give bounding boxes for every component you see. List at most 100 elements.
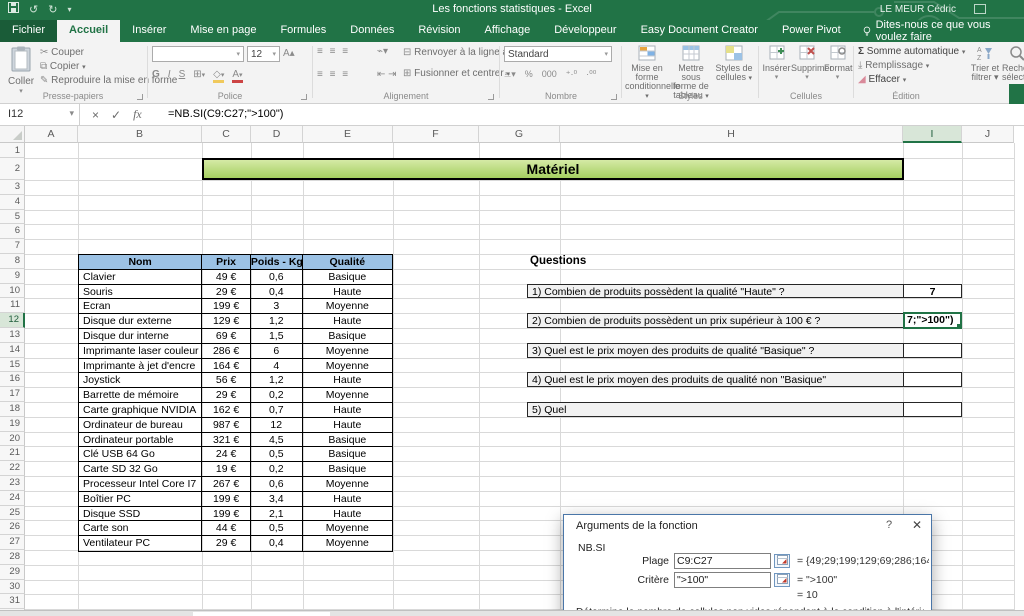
row-header-3[interactable]: 3 xyxy=(0,180,25,195)
orientation-icon[interactable]: ⌁▾ xyxy=(377,46,388,57)
table-cell[interactable]: Moyenne xyxy=(303,477,392,492)
table-cell[interactable]: Disque dur externe xyxy=(79,314,202,329)
row-header-8[interactable]: 8 xyxy=(0,254,25,269)
dialog-close-icon[interactable]: ✕ xyxy=(912,518,922,532)
comma-style-icon[interactable]: 000 xyxy=(542,69,557,80)
table-header-row[interactable]: NomPrixPoids - KgQualité xyxy=(79,255,392,270)
row-header-10[interactable]: 10 xyxy=(0,284,25,299)
delete-dropdown-icon[interactable]: ▾ xyxy=(791,73,823,81)
row-header-9[interactable]: 9 xyxy=(0,269,25,284)
table-cell[interactable]: Barrette de mémoire xyxy=(79,388,202,403)
row-header-15[interactable]: 15 xyxy=(0,358,25,373)
tab-ins-rer[interactable]: Insérer xyxy=(120,20,178,42)
borders-icon[interactable]: ⊞▾ xyxy=(193,69,205,83)
table-cell[interactable]: Moyenne xyxy=(303,359,392,374)
table-cell[interactable]: 19 € xyxy=(202,462,251,477)
criteria-picker-icon[interactable] xyxy=(774,573,790,587)
table-row[interactable]: Imprimante à jet d'encre164 €4Moyenne xyxy=(79,359,392,374)
row-header-1[interactable]: 1 xyxy=(0,143,25,158)
row-header-12[interactable]: 12 xyxy=(0,313,25,328)
sheet-tab[interactable] xyxy=(193,612,330,616)
range-picker-icon[interactable] xyxy=(774,554,790,568)
table-cell[interactable]: Clavier xyxy=(79,270,202,285)
italic-button[interactable]: I xyxy=(168,69,171,83)
table-cell[interactable]: 29 € xyxy=(202,388,251,403)
table-cell[interactable]: Basique xyxy=(303,462,392,477)
answer-cell-editing[interactable]: 7;">100") xyxy=(903,312,962,329)
tab-r-vision[interactable]: Révision xyxy=(406,20,472,42)
table-cell[interactable]: Haute xyxy=(303,285,392,300)
question-box[interactable]: 2) Combien de produits possèdent un prix… xyxy=(527,313,904,328)
table-cell[interactable]: Haute xyxy=(303,403,392,418)
table-cell[interactable]: Souris xyxy=(79,285,202,300)
table-cell[interactable]: 4,5 xyxy=(251,433,303,448)
table-cell[interactable]: Carte son xyxy=(79,521,202,536)
table-cell[interactable]: Ecran xyxy=(79,299,202,314)
table-cell[interactable]: Disque SSD xyxy=(79,507,202,522)
column-header-F[interactable]: F xyxy=(393,126,479,143)
row-header-22[interactable]: 22 xyxy=(0,461,25,476)
table-cell[interactable]: Haute xyxy=(303,492,392,507)
row-header-11[interactable]: 11 xyxy=(0,298,25,313)
column-header-B[interactable]: B xyxy=(78,126,202,143)
vertical-align-icons[interactable]: ≡ ≡ ≡ xyxy=(317,46,350,57)
column-header-J[interactable]: J xyxy=(962,126,1014,143)
autosum-button[interactable]: Σ Somme automatique ▾ xyxy=(858,46,965,57)
clipboard-dialog-launcher-icon[interactable] xyxy=(137,94,143,100)
table-cell[interactable]: 49 € xyxy=(202,270,251,285)
table-cell[interactable]: Moyenne xyxy=(303,344,392,359)
table-cell[interactable]: 44 € xyxy=(202,521,251,536)
name-box-dropdown-icon[interactable]: ▾ xyxy=(69,108,74,119)
find-select-button[interactable]: Recherchesélectionn xyxy=(1002,45,1024,82)
table-cell[interactable]: 56 € xyxy=(202,373,251,388)
row-header-16[interactable]: 16 xyxy=(0,372,25,387)
dialog-help-icon[interactable]: ? xyxy=(886,519,892,531)
paste-button[interactable]: Coller ▾ xyxy=(8,46,34,95)
table-row[interactable]: Ordinateur de bureau987 €12Haute xyxy=(79,418,392,433)
row-header-13[interactable]: 13 xyxy=(0,328,25,343)
number-dialog-launcher-icon[interactable] xyxy=(611,94,617,100)
insert-dropdown-icon[interactable]: ▾ xyxy=(762,73,791,81)
table-cell[interactable]: Processeur Intel Core I7 xyxy=(79,477,202,492)
question-box[interactable]: 5) Quel xyxy=(527,402,904,417)
column-header-E[interactable]: E xyxy=(303,126,393,143)
table-cell[interactable]: Haute xyxy=(303,507,392,522)
table-cell[interactable]: 0,6 xyxy=(251,270,303,285)
table-cell[interactable]: 0,5 xyxy=(251,447,303,462)
table-cell[interactable]: 0,2 xyxy=(251,388,303,403)
row-header-20[interactable]: 20 xyxy=(0,432,25,447)
column-header-D[interactable]: D xyxy=(251,126,303,143)
table-row[interactable]: Carte graphique NVIDIA162 €0,7Haute xyxy=(79,403,392,418)
table-cell[interactable]: Moyenne xyxy=(303,388,392,403)
insert-cells-button[interactable]: Insérer ▾ xyxy=(762,45,791,81)
table-row[interactable]: Ecran199 €3Moyenne xyxy=(79,299,392,314)
table-row[interactable]: Souris29 €0,4Haute xyxy=(79,285,392,300)
table-cell[interactable]: Imprimante laser couleur xyxy=(79,344,202,359)
table-header-cell[interactable]: Qualité xyxy=(303,255,392,270)
table-cell[interactable]: 0,6 xyxy=(251,477,303,492)
table-cell[interactable]: Carte SD 32 Go xyxy=(79,462,202,477)
cut-button[interactable]: ✂ Couper xyxy=(40,47,84,58)
table-cell[interactable]: 6 xyxy=(251,344,303,359)
table-cell[interactable]: 0,5 xyxy=(251,521,303,536)
table-row[interactable]: Carte son44 €0,5Moyenne xyxy=(79,521,392,536)
clear-button[interactable]: ◢ Effacer ▾ xyxy=(858,74,906,85)
table-row[interactable]: Joystick56 €1,2Haute xyxy=(79,373,392,388)
table-row[interactable]: Barrette de mémoire29 €0,2Moyenne xyxy=(79,388,392,403)
column-header-I[interactable]: I xyxy=(903,126,962,143)
question-box[interactable]: 3) Quel est le prix moyen des produits d… xyxy=(527,343,904,358)
ribbon-display-options-icon[interactable] xyxy=(974,4,986,14)
tab-donn-es[interactable]: Données xyxy=(338,20,406,42)
column-header-H[interactable]: H xyxy=(560,126,903,143)
table-cell[interactable]: Haute xyxy=(303,373,392,388)
merge-center-button[interactable]: ⊞ Fusionner et centrer ▾ xyxy=(403,68,510,79)
increase-decimal-icon[interactable]: ⁺·⁰ xyxy=(566,69,577,80)
tab-formules[interactable]: Formules xyxy=(268,20,338,42)
tell-me-box[interactable]: Dites-nous ce que vous voulez faire xyxy=(853,20,1024,42)
copy-button[interactable]: ⧉ Copier ▾ xyxy=(40,61,86,72)
table-cell[interactable]: Haute xyxy=(303,418,392,433)
question-box[interactable]: 4) Quel est le prix moyen des produits d… xyxy=(527,372,904,387)
table-cell[interactable]: Ordinateur de bureau xyxy=(79,418,202,433)
row-header-17[interactable]: 17 xyxy=(0,387,25,402)
fill-color-icon[interactable]: ◇▾ xyxy=(213,69,224,83)
